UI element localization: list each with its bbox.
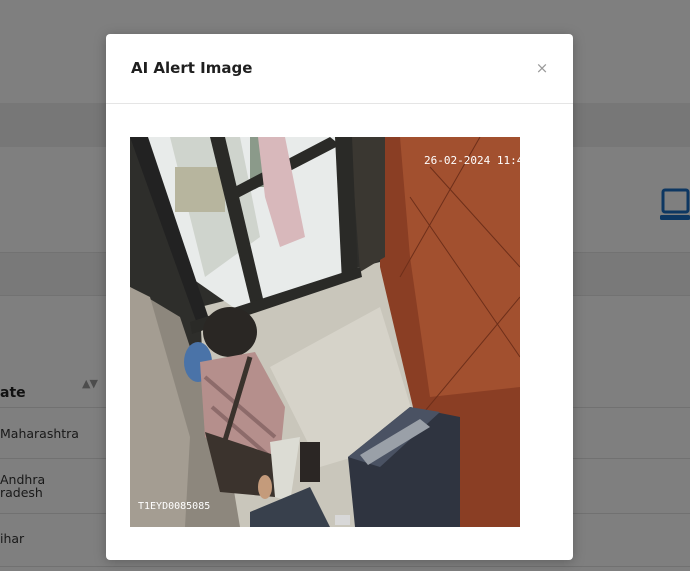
modal-title: AI Alert Image bbox=[131, 59, 253, 77]
close-button[interactable]: × bbox=[534, 60, 550, 76]
alert-image: 26-02-2024 11:48:16 T1EYD0085085 bbox=[130, 137, 520, 527]
camera-id-overlay: T1EYD0085085 bbox=[138, 501, 210, 512]
modal-header: AI Alert Image × bbox=[106, 34, 573, 104]
timestamp-overlay: 26-02-2024 11:48:16 bbox=[424, 154, 520, 167]
alert-image-modal: AI Alert Image × 26-02-2024 11: T1EYD008… bbox=[106, 34, 573, 560]
